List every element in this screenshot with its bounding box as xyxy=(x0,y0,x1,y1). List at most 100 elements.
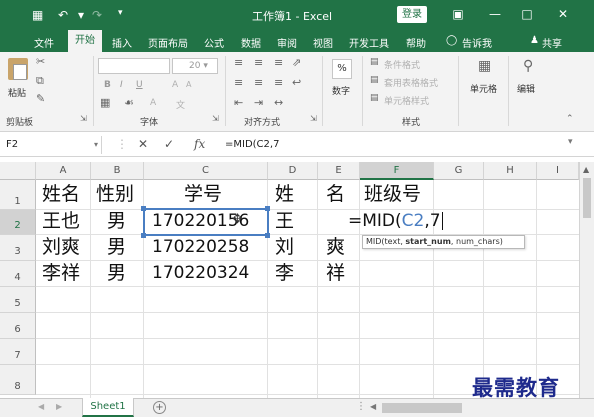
horizontal-scroll-thumb[interactable] xyxy=(382,403,462,413)
tab-file[interactable]: 文件 xyxy=(34,35,54,50)
row-header-3[interactable]: 3 xyxy=(0,235,36,261)
cell-b2[interactable]: 男 xyxy=(107,208,126,234)
cell-c4[interactable]: 170220324 xyxy=(152,260,249,286)
scroll-thumb[interactable] xyxy=(583,178,591,218)
decrease-indent-icon[interactable]: ⇤ xyxy=(234,96,243,109)
cell-e3[interactable]: 爽 xyxy=(326,234,345,260)
cell-b1[interactable]: 性别 xyxy=(96,181,134,207)
close-icon[interactable]: ✕ xyxy=(552,5,574,23)
tab-formulas[interactable]: 公式 xyxy=(204,35,224,50)
cell-a4[interactable]: 李祥 xyxy=(42,260,80,286)
maximize-icon[interactable]: □ xyxy=(516,5,538,23)
tab-page-layout[interactable]: 页面布局 xyxy=(148,35,188,50)
clipboard-launcher-icon[interactable]: ⇲ xyxy=(80,114,87,123)
tell-me-search[interactable]: 告诉我 xyxy=(462,35,492,50)
borders-icon[interactable]: ▦ xyxy=(100,96,110,109)
column-header-e[interactable]: E xyxy=(318,162,360,180)
font-launcher-icon[interactable]: ⇲ xyxy=(212,114,219,123)
number-format-icon[interactable]: % xyxy=(332,59,352,79)
cell-a3[interactable]: 刘爽 xyxy=(42,234,80,260)
customize-toolbar-icon[interactable]: ▾ xyxy=(118,8,123,18)
align-right-icon[interactable]: ≡ xyxy=(274,76,283,89)
cell-d3[interactable]: 刘 xyxy=(275,234,294,260)
tab-view[interactable]: 视图 xyxy=(313,35,333,50)
cell-d2[interactable]: 王 xyxy=(275,208,294,234)
editing-button[interactable]: 编辑 xyxy=(517,82,535,95)
save-icon[interactable]: ▦ xyxy=(32,8,43,22)
redo-icon[interactable]: ↷ xyxy=(92,8,102,22)
name-box[interactable]: F2 ▾ xyxy=(2,136,102,154)
resize-handle[interactable] xyxy=(141,233,146,238)
wrap-text-icon[interactable]: ↩ xyxy=(292,76,301,89)
orientation-icon[interactable]: ⇗ xyxy=(292,56,301,69)
tab-home[interactable]: 开始 xyxy=(68,30,102,52)
column-header-i[interactable]: I xyxy=(537,162,579,180)
undo-icon[interactable]: ↶ xyxy=(58,8,68,22)
scroll-left-icon[interactable]: ◀ xyxy=(370,402,376,411)
column-header-a[interactable]: A xyxy=(36,162,91,180)
cut-icon[interactable]: ✂ xyxy=(36,55,45,68)
fill-color-icon[interactable]: ☙ xyxy=(124,96,134,109)
share-button[interactable]: 共享 xyxy=(542,35,562,50)
format-painter-icon[interactable]: ✎ xyxy=(36,92,45,105)
cell-e4[interactable]: 祥 xyxy=(326,260,345,286)
cell-a2[interactable]: 王也 xyxy=(42,208,80,234)
cell-b4[interactable]: 男 xyxy=(107,260,126,286)
cell-c1[interactable]: 学号 xyxy=(184,181,222,207)
cell-f1[interactable]: 班级号 xyxy=(364,181,421,207)
format-as-table-button[interactable]: 套用表格格式 xyxy=(384,76,438,89)
paste-icon[interactable] xyxy=(8,58,28,80)
merge-center-icon[interactable]: ↔ xyxy=(274,96,283,109)
cell-a1[interactable]: 姓名 xyxy=(42,181,80,207)
row-header-8[interactable]: 8 xyxy=(0,365,36,395)
align-bottom-icon[interactable]: ≡ xyxy=(274,56,283,69)
copy-icon[interactable]: ⧉ xyxy=(36,74,44,88)
row-header-5[interactable]: 5 xyxy=(0,287,36,313)
scroll-up-icon[interactable]: ▲ xyxy=(583,165,589,174)
enter-icon[interactable]: ✓ xyxy=(164,137,174,151)
grow-font-button[interactable]: A xyxy=(172,80,178,90)
cancel-icon[interactable]: ✕ xyxy=(138,137,148,151)
next-sheet-icon[interactable]: ▶ xyxy=(56,402,62,411)
increase-indent-icon[interactable]: ⇥ xyxy=(254,96,263,109)
column-header-g[interactable]: G xyxy=(434,162,484,180)
insert-function-icon[interactable]: fx xyxy=(194,137,205,151)
add-sheet-button[interactable]: + xyxy=(153,401,166,414)
align-middle-icon[interactable]: ≡ xyxy=(254,56,263,69)
font-name-select[interactable] xyxy=(98,58,170,74)
sheet-tab-sheet1[interactable]: Sheet1 xyxy=(82,398,134,417)
collapse-ribbon-icon[interactable]: ⌃ xyxy=(566,114,574,124)
column-header-h[interactable]: H xyxy=(484,162,537,180)
tab-help[interactable]: 帮助 xyxy=(406,35,426,50)
minimize-icon[interactable]: — xyxy=(484,5,506,23)
paste-button[interactable]: 粘贴 xyxy=(8,86,26,99)
resize-handle[interactable] xyxy=(265,233,270,238)
font-color-button[interactable]: A xyxy=(150,98,156,108)
cells-button[interactable]: 单元格 xyxy=(470,82,497,95)
number-button[interactable]: 数字 xyxy=(332,84,350,97)
underline-button[interactable]: U xyxy=(136,80,143,90)
shrink-font-button[interactable]: A xyxy=(186,80,191,89)
cell-f2-editor[interactable]: =MID(C2,7 xyxy=(348,208,443,234)
italic-button[interactable]: I xyxy=(120,80,123,90)
vertical-scrollbar[interactable]: ▲ xyxy=(579,162,594,407)
login-button[interactable]: 登录 xyxy=(397,6,427,23)
ribbon-display-icon[interactable]: ▣ xyxy=(447,5,469,23)
tab-data[interactable]: 数据 xyxy=(241,35,261,50)
align-left-icon[interactable]: ≡ xyxy=(234,76,243,89)
resize-handle[interactable] xyxy=(141,206,146,211)
select-all-corner[interactable] xyxy=(0,162,36,180)
row-header-6[interactable]: 6 xyxy=(0,313,36,339)
column-header-c[interactable]: C xyxy=(144,162,268,180)
bold-button[interactable]: B xyxy=(104,80,111,90)
expand-formula-bar-icon[interactable]: ▾ xyxy=(568,137,573,147)
row-header-7[interactable]: 7 xyxy=(0,339,36,365)
row-header-4[interactable]: 4 xyxy=(0,261,36,287)
row-header-1[interactable]: 1 xyxy=(0,180,36,210)
tab-insert[interactable]: 插入 xyxy=(112,35,132,50)
column-header-b[interactable]: B xyxy=(91,162,144,180)
resize-handle[interactable] xyxy=(265,206,270,211)
cell-b3[interactable]: 男 xyxy=(107,234,126,260)
tab-developer[interactable]: 开发工具 xyxy=(349,35,389,50)
align-center-icon[interactable]: ≡ xyxy=(254,76,263,89)
